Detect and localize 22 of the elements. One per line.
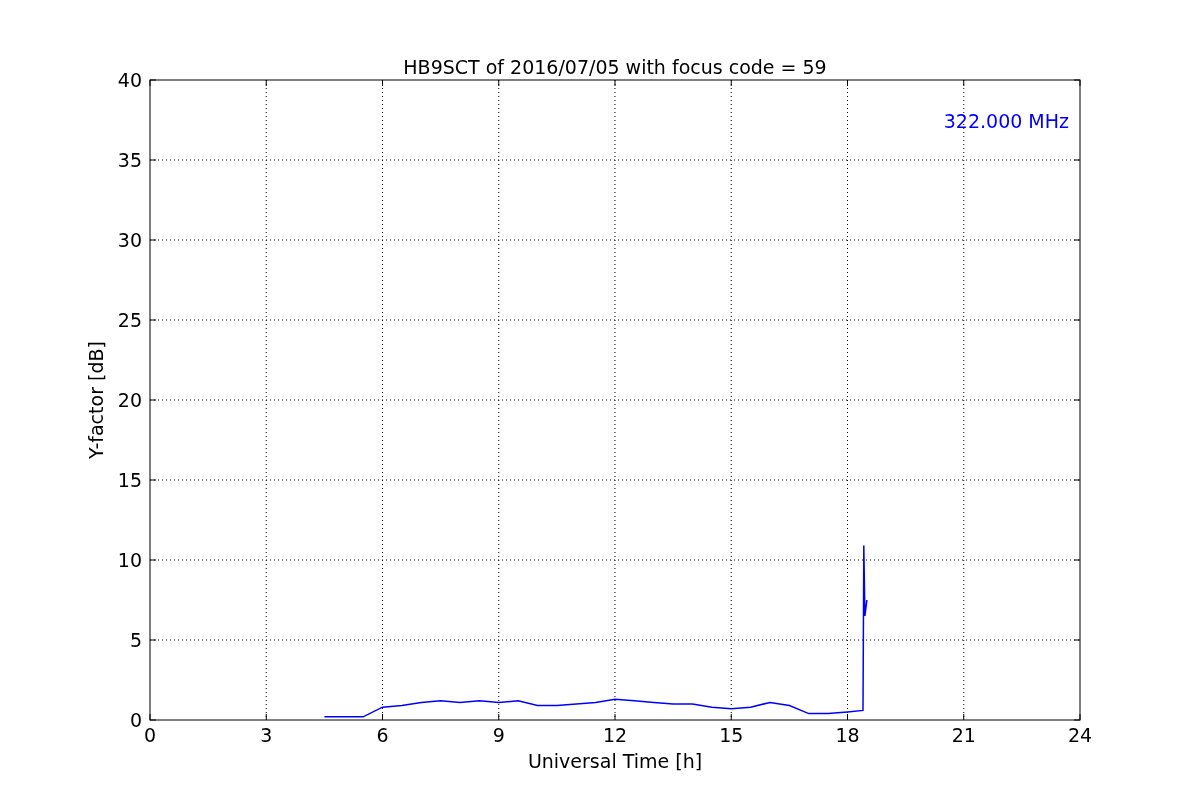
y-tick-label: 15	[117, 469, 142, 491]
x-tick-label: 15	[719, 724, 744, 746]
y-axis-label: Y-factor [dB]	[85, 341, 107, 459]
series-label: 322.000 MHz	[943, 110, 1069, 132]
x-tick-label: 6	[376, 724, 389, 746]
x-tick-label: 24	[1067, 724, 1093, 746]
x-tick-label: 0	[143, 724, 157, 746]
y-tick-label: 5	[129, 629, 142, 651]
y-tick-label: 40	[117, 69, 142, 91]
y-tick-label: 10	[117, 549, 142, 571]
x-tick-label: 3	[260, 724, 273, 746]
y-tick-label: 0	[129, 709, 142, 731]
y-tick-label: 25	[117, 309, 142, 331]
x-tick-label: 18	[835, 724, 860, 746]
y-tick-label: 35	[117, 149, 142, 171]
chart-title: HB9SCT of 2016/07/05 with focus code = 59	[403, 56, 827, 78]
y-tick-label: 30	[117, 229, 142, 251]
x-tick-label: 21	[951, 724, 976, 746]
x-axis-label: Universal Time [h]	[527, 750, 703, 772]
x-tick-label: 12	[602, 724, 628, 746]
y-tick-label: 20	[117, 389, 142, 411]
x-tick-label: 9	[492, 724, 505, 746]
